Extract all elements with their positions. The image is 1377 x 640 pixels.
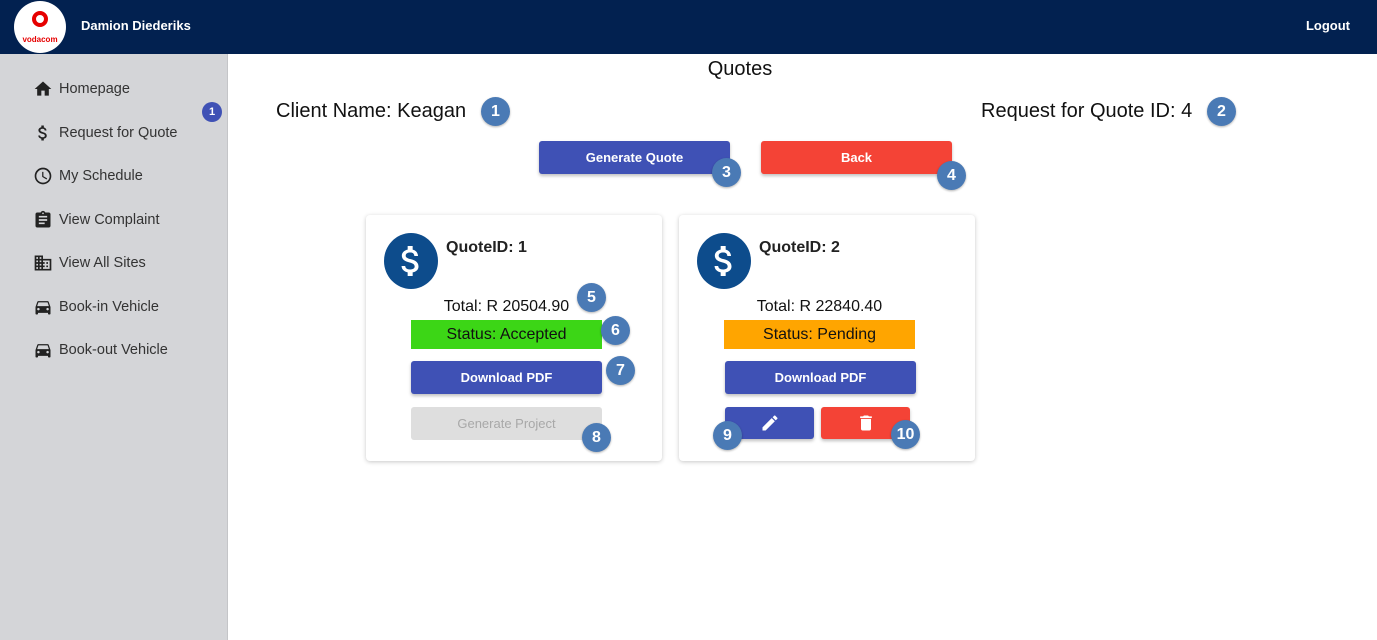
user-name: Damion Diederiks [81, 18, 191, 33]
download-pdf-button[interactable]: Download PDF [725, 361, 916, 394]
logo-text: vodacom [22, 35, 58, 44]
dollar-icon [38, 125, 47, 141]
dollar-icon [714, 246, 732, 276]
building-icon [34, 255, 52, 271]
trash-icon [859, 415, 872, 431]
page-title: Quotes [707, 58, 773, 80]
callout-marker: 1 [481, 97, 510, 126]
request-for-quote-id: Request for Quote ID: 4 [981, 100, 1193, 122]
sidebar-item-label: Request for Quote [59, 125, 178, 141]
callout-marker: 6 [601, 316, 630, 345]
sidebar-item-view-complaint[interactable]: View Complaint [33, 208, 159, 232]
dollar-icon [401, 246, 419, 276]
generate-quote-button[interactable]: Generate Quote [539, 141, 730, 174]
sidebar-item-book-out-vehicle[interactable]: Book-out Vehicle [33, 338, 168, 362]
sidebar-item-label: Book-in Vehicle [59, 299, 159, 315]
download-pdf-button[interactable]: Download PDF [411, 361, 602, 394]
sidebar-item-request-for-quote[interactable]: Request for Quote [33, 121, 178, 145]
client-name: Client Name: Keagan [276, 100, 467, 122]
sidebar-item-label: View All Sites [59, 255, 146, 271]
generate-project-button[interactable]: Generate Project [411, 407, 602, 440]
home-icon [34, 81, 52, 96]
sidebar: Homepage Request for Quote My Schedule V… [0, 54, 228, 640]
dollar-avatar [384, 233, 438, 289]
quote-total: Total: R 22840.40 [756, 298, 883, 315]
vodacom-logo-mark [32, 11, 48, 27]
callout-marker: 10 [891, 420, 920, 449]
top-app-bar: vodacom Damion Diederiks Logout [0, 0, 1377, 54]
callout-marker: 4 [937, 161, 966, 190]
sidebar-item-label: Book-out Vehicle [59, 342, 168, 358]
dollar-avatar [697, 233, 751, 289]
sidebar-item-book-in-vehicle[interactable]: Book-in Vehicle [33, 295, 159, 319]
back-button[interactable]: Back [761, 141, 952, 174]
status-badge: Status: Pending [724, 320, 915, 349]
sidebar-item-label: My Schedule [59, 168, 143, 184]
callout-marker: 3 [712, 158, 741, 187]
nav-notification-badge: 1 [202, 102, 222, 122]
car-icon [35, 344, 51, 358]
quote-id: QuoteID: 2 [759, 239, 840, 256]
sidebar-item-label: Homepage [59, 81, 130, 97]
status-badge: Status: Accepted [411, 320, 602, 349]
sidebar-item-view-all-sites[interactable]: View All Sites [33, 251, 146, 275]
clock-icon [34, 167, 52, 185]
callout-marker: 2 [1207, 97, 1236, 126]
callout-marker: 8 [582, 423, 611, 452]
callout-marker: 9 [713, 421, 742, 450]
callout-marker: 5 [577, 283, 606, 312]
quote-total: Total: R 20504.90 [443, 298, 570, 315]
sidebar-item-my-schedule[interactable]: My Schedule [33, 164, 143, 188]
sidebar-item-label: View Complaint [59, 212, 160, 228]
quote-id: QuoteID: 1 [446, 239, 527, 256]
car-icon [35, 301, 51, 315]
callout-marker: 7 [606, 356, 635, 385]
clipboard-icon [35, 210, 51, 228]
sidebar-item-homepage[interactable]: Homepage [33, 77, 130, 101]
pencil-icon [762, 415, 778, 431]
logout-button[interactable]: Logout [1306, 18, 1350, 33]
vodacom-logo: vodacom [14, 1, 66, 53]
